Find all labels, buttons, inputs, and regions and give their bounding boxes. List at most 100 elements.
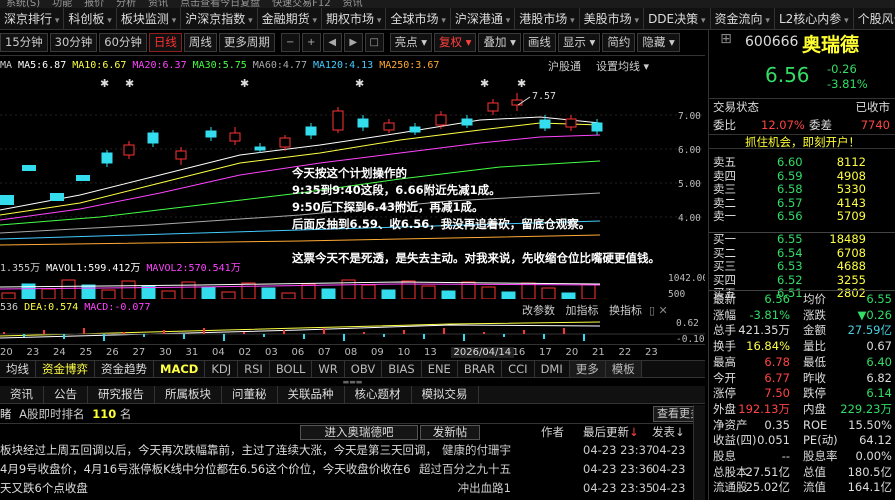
candle-body xyxy=(435,114,447,126)
market-tab[interactable]: 港股市场 ▾ xyxy=(515,8,580,32)
move-left-icon[interactable]: ◀ xyxy=(322,33,342,52)
open-account-promo[interactable]: 抓住机会，即刻开户！ xyxy=(709,134,895,149)
period-15min-button[interactable]: 15分钟 xyxy=(0,33,48,52)
candle-body xyxy=(591,122,603,132)
info-tab[interactable]: 研究报告 xyxy=(88,386,155,403)
menu-item[interactable]: 功能 xyxy=(46,0,78,8)
market-tab[interactable]: 深京排行 ▾ xyxy=(0,8,65,32)
post-title[interactable]: 板块经过上周五回调以后，今天再次跌幅靠前，主过了连续大涨，今天是第三天回调， xyxy=(0,441,468,460)
market-tab[interactable]: 科创板 ▾ xyxy=(64,8,117,32)
market-tab-label: 个股风云 xyxy=(857,12,895,26)
menu-item[interactable]: 报价 xyxy=(78,0,110,8)
market-tab[interactable]: 个股风云 ▾ xyxy=(854,8,895,32)
hide-button[interactable]: 隐藏 ▾ xyxy=(637,33,680,52)
market-tab[interactable]: 美股市场 ▾ xyxy=(580,8,645,32)
menu-item[interactable]: 资讯 xyxy=(337,0,369,8)
indicator-tab[interactable]: KDJ xyxy=(205,361,239,377)
period-30min-button[interactable]: 30分钟 xyxy=(49,33,98,52)
enter-forum-button[interactable]: 进入奥瑞德吧 xyxy=(300,425,418,440)
market-tab[interactable]: 资金流向 ▾ xyxy=(711,8,775,32)
forum-post-row[interactable]: 4月9号收盘价，4月16号涨停板K线中分位都在6.56这个价位，今天收盘价收在6… xyxy=(0,460,693,479)
bids-price: 6.53 xyxy=(777,259,803,273)
rank-label: A股即时排名 xyxy=(19,407,85,421)
indicator-tabs: 均线 资金博弈 资金趋势 MACD KDJ RSI BOLL WR OBV BIAS ENE BRAR… xyxy=(0,360,705,378)
indicator-tab[interactable]: BIAS xyxy=(382,361,422,377)
indicator-tab[interactable]: 模板 xyxy=(605,361,642,377)
menu-item[interactable]: 资讯 xyxy=(142,0,174,8)
macd-bar xyxy=(103,334,105,341)
zoom-out-icon[interactable]: − xyxy=(280,33,300,52)
col-post[interactable]: 发表↓ xyxy=(652,424,685,440)
asks-row: 卖五 6.60 8112 xyxy=(709,156,895,169)
fullscreen-icon[interactable]: □ xyxy=(364,33,384,52)
period-60min-button[interactable]: 60分钟 xyxy=(99,33,147,52)
forum-scrollbar[interactable] xyxy=(693,405,705,500)
market-tab[interactable]: 期权市场 ▾ xyxy=(322,8,387,32)
indicator-tab[interactable]: 均线 xyxy=(0,361,36,377)
indicator-tab[interactable]: MACD xyxy=(154,361,206,377)
overlay-button[interactable]: 叠加 ▾ xyxy=(478,33,521,52)
asks-price: 6.60 xyxy=(777,155,803,169)
market-tab[interactable]: 板块监测 ▾ xyxy=(117,8,182,32)
panel-toggle-icon[interactable]: ⊞ xyxy=(709,31,743,51)
forum-post-row[interactable]: 板块经过上周五回调以后，今天再次跌幅靠前，主过了连续大涨，今天是第三天回调， 健康… xyxy=(0,441,693,460)
collapse-handle[interactable]: ▬▬▬ xyxy=(0,378,705,386)
new-post-button[interactable]: 发新帖 xyxy=(420,425,480,440)
adjust-button[interactable]: 复权 ▾ xyxy=(434,33,477,52)
market-tab[interactable]: 沪深京指数 ▾ xyxy=(181,8,258,32)
indicator-tab[interactable]: BRAR xyxy=(458,361,503,377)
menu-item[interactable]: 快速交易F12 xyxy=(266,0,336,8)
period-more-button[interactable]: 更多周期 xyxy=(218,33,275,52)
simple-button[interactable]: 简约 xyxy=(602,33,636,52)
info-tab[interactable]: 公告 xyxy=(44,386,88,403)
market-tab[interactable]: DDE决策 ▾ xyxy=(644,8,711,32)
set-ma-button[interactable]: 设置均线 ▾ xyxy=(596,58,649,74)
menu-item[interactable]: 系统(S) xyxy=(0,0,46,8)
ma-value: MA10:6.67 xyxy=(72,60,127,71)
post-title[interactable]: 4月9号收盘价，4月16号涨停板K线中分位都在6.56这个价位，今天收盘价收在6 xyxy=(0,460,468,479)
menu-item[interactable]: 分析 xyxy=(110,0,142,8)
chevron-down-icon: ▾ xyxy=(309,16,318,26)
chevron-down-icon: ▾ xyxy=(374,16,382,26)
indicator-tab[interactable]: WR xyxy=(312,361,345,377)
event-marker: ✱ xyxy=(240,77,249,90)
info-tab[interactable]: 资讯 xyxy=(0,386,44,403)
indicator-tab[interactable]: DMI xyxy=(535,361,570,377)
info-tab[interactable]: 问董秘 xyxy=(222,386,278,403)
date-tick: 27 xyxy=(132,347,146,358)
post-title[interactable]: 天又跌6个点收盘 xyxy=(0,479,468,498)
move-right-icon[interactable]: ▶ xyxy=(343,33,363,52)
asks-row: 卖四 6.59 4908 xyxy=(709,169,895,183)
col-latest[interactable]: 最后更新↓ xyxy=(583,424,639,440)
indicator-tab[interactable]: BOLL xyxy=(270,361,313,377)
indicator-tab[interactable]: 资金博弈 xyxy=(36,361,95,377)
indicator-tab[interactable]: CCI xyxy=(502,361,535,377)
period-day-button[interactable]: 日线 xyxy=(148,33,182,52)
zoom-in-icon[interactable]: + xyxy=(301,33,321,52)
asks-label: 卖五 xyxy=(713,155,736,169)
date-tick: 04 xyxy=(212,347,225,358)
display-button[interactable]: 显示 ▾ xyxy=(557,33,601,52)
info-tab[interactable]: 模拟交易 xyxy=(412,386,479,403)
indicator-tab[interactable]: ENE xyxy=(422,361,458,377)
info-tab[interactable]: 所属板块 xyxy=(155,386,222,403)
info-tab[interactable]: 关联品种 xyxy=(278,386,345,403)
menu-item[interactable]: 点击查看今日复盘 xyxy=(174,0,266,8)
indicator-tab[interactable]: RSI xyxy=(238,361,270,377)
market-tab[interactable]: 沪深港通 ▾ xyxy=(451,8,516,32)
forum-post-row[interactable]: 天又跌6个点收盘 冲出血路1 04-23 23:35 04-23 xyxy=(0,479,693,498)
weibi-value: 12.07% xyxy=(761,118,805,132)
info-tab[interactable]: 核心题材 xyxy=(345,386,412,403)
indicator-tab[interactable]: 更多 xyxy=(569,361,606,377)
indicator-tab[interactable]: 资金趋势 xyxy=(95,361,154,377)
market-tab[interactable]: 全球市场 ▾ xyxy=(386,8,451,32)
draw-button[interactable]: 画线 xyxy=(522,33,556,52)
volume-bar xyxy=(361,284,376,299)
market-tab[interactable]: L2核心内参 ▾ xyxy=(775,8,854,32)
stat-label: 外盘 xyxy=(713,401,736,416)
highlight-button[interactable]: 亮点 ▾ xyxy=(389,33,433,52)
market-tab-label: 全球市场 xyxy=(390,12,439,26)
market-tab[interactable]: 金融期货 ▾ xyxy=(258,8,323,32)
indicator-tab[interactable]: OBV xyxy=(345,361,383,377)
period-week-button[interactable]: 周线 xyxy=(183,33,217,52)
